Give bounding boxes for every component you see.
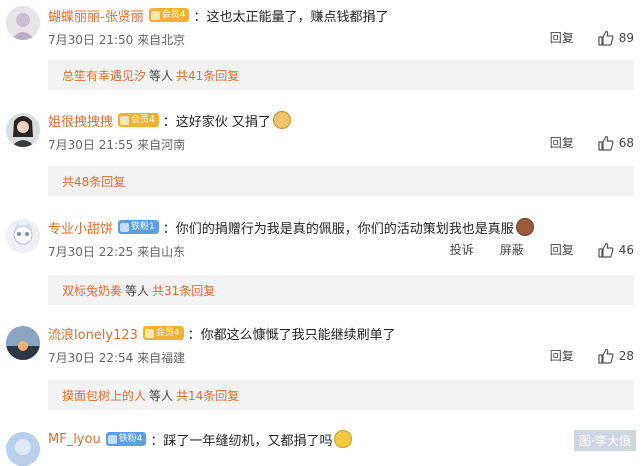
username[interactable]: 蝴蝶丽丽-张贤丽 [48, 6, 144, 25]
comment-meta: 7月30日 22:54 来自福建 [48, 351, 186, 365]
member-badge[interactable]: 会员4 [118, 113, 159, 127]
avatar[interactable] [6, 219, 40, 253]
comment-text: ：这好家伙 又捐了 [162, 114, 271, 130]
reply-count-link[interactable]: 共41条回复 [176, 67, 239, 84]
like-count: 28 [618, 348, 634, 363]
username[interactable]: 专业小甜饼 [48, 218, 113, 237]
sweat-emoji-icon [334, 430, 353, 448]
member-badge[interactable]: 会员4 [142, 326, 184, 340]
diamond-icon [107, 434, 117, 444]
reply-username[interactable]: 总笙有幸遇见汐 [62, 67, 146, 84]
replies-preview[interactable]: 摸面包树上的人 等人 共14条回复 [48, 380, 634, 410]
avatar[interactable] [6, 113, 40, 147]
crown-icon [120, 115, 130, 125]
avatar[interactable] [6, 6, 40, 40]
block-button[interactable]: 屏蔽 [500, 241, 524, 258]
like-count: 89 [618, 30, 634, 45]
username[interactable]: 流浪lonely123 [48, 324, 138, 343]
dog-emoji-icon [272, 111, 291, 129]
watermark: 图·李大恒 [574, 430, 636, 451]
member-badge[interactable]: 会员4 [148, 8, 190, 22]
fan-badge[interactable]: 铁粉1 [118, 220, 159, 234]
replies-preview[interactable]: 共48条回复 [48, 166, 634, 196]
reply-username[interactable]: 摸面包树上的人 [62, 387, 146, 404]
comment-meta: 7月30日 21:50 来自北京 [48, 33, 186, 47]
comment-meta: 7月30日 22:25 来自山东 [48, 245, 186, 259]
reply-etc-text: 等人 [149, 388, 174, 403]
username[interactable]: 姐很拽拽拽 [48, 111, 113, 130]
replies-preview[interactable]: 总笙有幸遇见汐 等人 共41条回复 [48, 60, 634, 90]
thumbs-up-icon [598, 242, 614, 258]
monkey-emoji-icon [515, 218, 534, 236]
like-button[interactable]: 46 [598, 242, 634, 258]
comment-text: ：你们的捐赠行为我是真的佩服，你们的活动策划我也是真服 [162, 221, 514, 237]
like-button[interactable]: 68 [598, 135, 634, 151]
reply-username[interactable]: 双标兔奶奏 [62, 282, 122, 299]
reply-count-link[interactable]: 共31条回复 [152, 282, 215, 299]
comment-text: ：这也太正能量了，赚点钱都捐了 [193, 9, 389, 25]
crown-icon [144, 328, 154, 338]
reply-button[interactable]: 回复 [550, 29, 574, 46]
thumbs-up-icon [598, 30, 614, 46]
comment-text: ：你都这么慷慨了我只能继续刷单了 [187, 327, 396, 343]
reply-etc-text: 等人 [149, 68, 174, 83]
replies-preview[interactable]: 双标兔奶奏 等人 共31条回复 [48, 275, 634, 305]
reply-button[interactable]: 回复 [550, 241, 574, 258]
reply-count-link[interactable]: 共14条回复 [176, 387, 239, 404]
thumbs-up-icon [598, 135, 614, 151]
reply-count-link[interactable]: 共48条回复 [62, 173, 125, 190]
like-count: 46 [618, 242, 634, 257]
report-button[interactable]: 投诉 [450, 241, 474, 258]
comment-meta: 7月30日 21:55 来自河南 [48, 138, 186, 152]
reply-button[interactable]: 回复 [550, 347, 574, 364]
reply-button[interactable]: 回复 [550, 134, 574, 151]
like-count: 68 [618, 135, 634, 150]
like-button[interactable]: 28 [598, 348, 634, 364]
comment-text: ：踩了一年缝纫机，又都捐了吗 [150, 433, 333, 449]
fan-badge[interactable]: 铁粉4 [105, 432, 147, 446]
avatar[interactable] [6, 326, 40, 360]
thumbs-up-icon [598, 348, 614, 364]
avatar[interactable] [6, 432, 40, 466]
like-button[interactable]: 89 [598, 30, 634, 46]
crown-icon [150, 10, 160, 20]
username[interactable]: MF_lyou [48, 432, 101, 447]
reply-etc-text: 等人 [125, 283, 150, 298]
diamond-icon [120, 222, 130, 232]
